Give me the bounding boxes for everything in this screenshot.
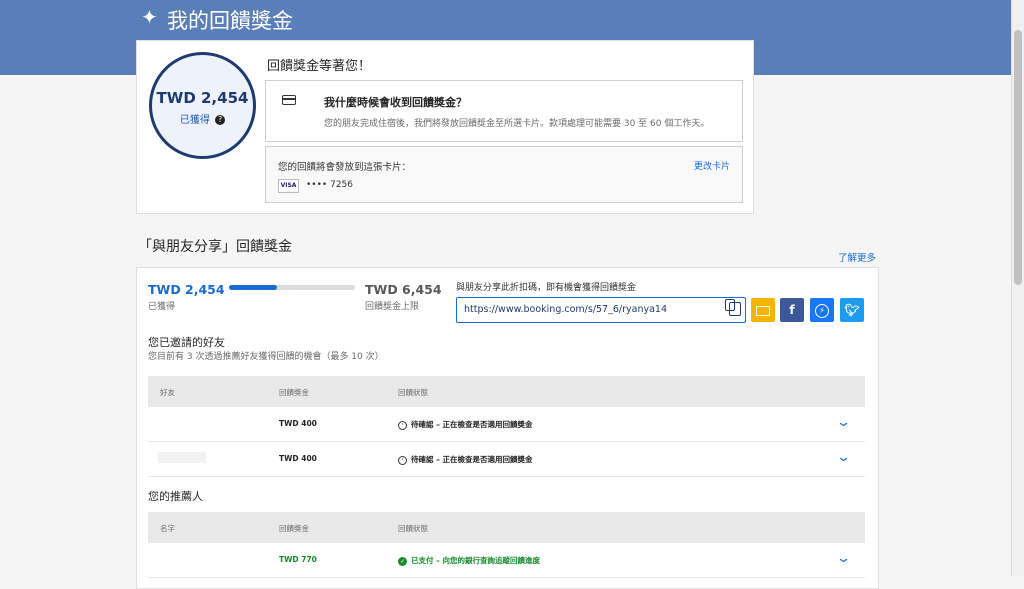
reward-status: ✓ 已支付 – 向您的銀行查詢追蹤回饋進度	[398, 555, 540, 566]
status-text: 待確認 – 正在檢查是否適用回饋獎金	[411, 420, 533, 429]
invited-subtitle: 您目前有 3 次透過推薦好友獲得回饋的機會（最多 10 次）	[148, 352, 384, 362]
share-email-button[interactable]	[751, 298, 775, 322]
column-header: 名字	[160, 524, 175, 533]
facebook-icon: f	[789, 303, 795, 317]
table-header: 名字 回饋獎金 回饋狀態	[148, 512, 865, 543]
earned-amount: TWD 2,454	[156, 89, 249, 107]
help-icon[interactable]: ?	[215, 115, 226, 125]
page-title: 我的回饋獎金	[167, 9, 293, 33]
reward-amount-circle: TWD 2,454 已獲得 ?	[149, 52, 256, 159]
table-row[interactable]: TWD 400 · 待確認 – 正在檢查是否適用回饋獎金 ⌄	[148, 407, 865, 442]
table-row[interactable]: TWD 770 ✓ 已支付 – 向您的銀行查詢追蹤回饋進度 ⌄	[148, 543, 865, 578]
reward-amount: TWD 770	[279, 555, 317, 564]
invited-title: 您已邀請的好友	[148, 336, 225, 349]
column-header: 回饋獎金	[279, 524, 309, 533]
reward-amount: TWD 400	[279, 419, 317, 428]
reward-amount: TWD 400	[279, 454, 317, 463]
progress-limit-amount: TWD 6,454	[365, 282, 442, 297]
payout-card-box: 您的回饋將會發放到這張卡片： 更改卡片 VISA •••• 7256	[265, 146, 743, 203]
twitter-icon: 🐦︎	[844, 303, 860, 317]
column-header: 好友	[160, 388, 175, 397]
column-header: 回饋狀態	[398, 388, 428, 397]
reward-status: · 待確認 – 正在檢查是否適用回饋獎金	[398, 419, 532, 430]
invited-table: 好友 回饋獎金 回饋狀態 TWD 400 · 待確認 – 正在檢查是否適用回饋獎金…	[148, 376, 865, 477]
column-header: 回饋獎金	[279, 388, 309, 397]
chevron-down-icon[interactable]: ⌄	[836, 415, 851, 430]
copy-icon[interactable]	[725, 299, 741, 316]
reward-status: · 待確認 – 正在檢查是否適用回饋獎金	[398, 454, 532, 465]
learn-more-link[interactable]: 了解更多	[838, 250, 876, 264]
table-row[interactable]: TWD 400 · 待確認 – 正在檢查是否適用回饋獎金 ⌄	[148, 442, 865, 477]
status-text: 已支付 – 向您的銀行查詢追蹤回饋進度	[411, 556, 540, 565]
share-facebook-button[interactable]: f	[780, 298, 804, 322]
payout-card-label: 您的回饋將會發放到這張卡片：	[278, 162, 412, 173]
share-label: 與朋友分享此折扣碼，即有機會獲得回饋獎金	[456, 283, 637, 293]
column-header: 回饋狀態	[398, 524, 428, 533]
progress-bar-fill	[229, 285, 277, 290]
referral-card: TWD 2,454 已獲得 TWD 6,454 回饋獎金上限 與朋友分享此折扣碼…	[136, 267, 879, 589]
chevron-down-icon[interactable]: ⌄	[836, 450, 851, 465]
referrer-title: 您的推薦人	[148, 490, 203, 503]
faq-description: 您的朋友完成住宿後，我們將發放回饋獎金至所選卡片。款項處理可能需要 30 至 6…	[324, 119, 710, 129]
faq-title: 我什麼時候會收到回饋獎金？	[324, 96, 467, 109]
share-link-field[interactable]: https://www.booking.com/s/57_6/ryanya14	[456, 297, 746, 323]
change-card-link[interactable]: 更改卡片	[694, 159, 730, 172]
chevron-down-icon[interactable]: ⌄	[836, 551, 851, 566]
sparkle-icon: ✦	[141, 5, 158, 29]
section-title: 「與朋友分享」回饋獎金	[138, 239, 292, 255]
scrollbar[interactable]	[1011, 0, 1024, 576]
faq-box: 我什麼時候會收到回饋獎金？ 您的朋友完成住宿後，我們將發放回饋獎金至所選卡片。款…	[265, 80, 743, 142]
progress-earned-label: 已獲得	[148, 302, 176, 312]
share-messenger-button[interactable]: ⚡	[810, 298, 834, 322]
card-number: •••• 7256	[306, 180, 353, 190]
progress-limit-label: 回饋獎金上限	[365, 302, 420, 312]
status-text: 待確認 – 正在檢查是否適用回饋獎金	[411, 455, 533, 464]
check-circle-icon: ✓	[398, 556, 407, 566]
reward-summary-card: TWD 2,454 已獲得 ? 回饋獎金等著您！ 我什麼時候會收到回饋獎金？ 您…	[136, 40, 754, 214]
waiting-text: 回饋獎金等著您！	[267, 59, 372, 74]
progress-earned-amount: TWD 2,454	[148, 282, 225, 297]
progress-bar	[229, 285, 355, 290]
share-twitter-button[interactable]: 🐦︎	[840, 298, 864, 322]
clock-icon: ·	[398, 420, 407, 430]
visa-icon: VISA	[278, 179, 299, 193]
clock-icon: ·	[398, 455, 407, 465]
table-header: 好友 回饋獎金 回饋狀態	[148, 376, 865, 407]
credit-card-icon	[282, 95, 296, 105]
scrollbar-thumb[interactable]	[1014, 30, 1022, 285]
referrer-table: 名字 回饋獎金 回饋狀態 TWD 770 ✓ 已支付 – 向您的銀行查詢追蹤回饋進…	[148, 512, 865, 578]
envelope-icon	[756, 305, 770, 316]
share-link-text: https://www.booking.com/s/57_6/ryanya14	[464, 304, 668, 315]
messenger-icon: ⚡	[815, 303, 829, 318]
earned-label: 已獲得	[179, 115, 210, 126]
blurred-friend-name	[158, 452, 206, 463]
